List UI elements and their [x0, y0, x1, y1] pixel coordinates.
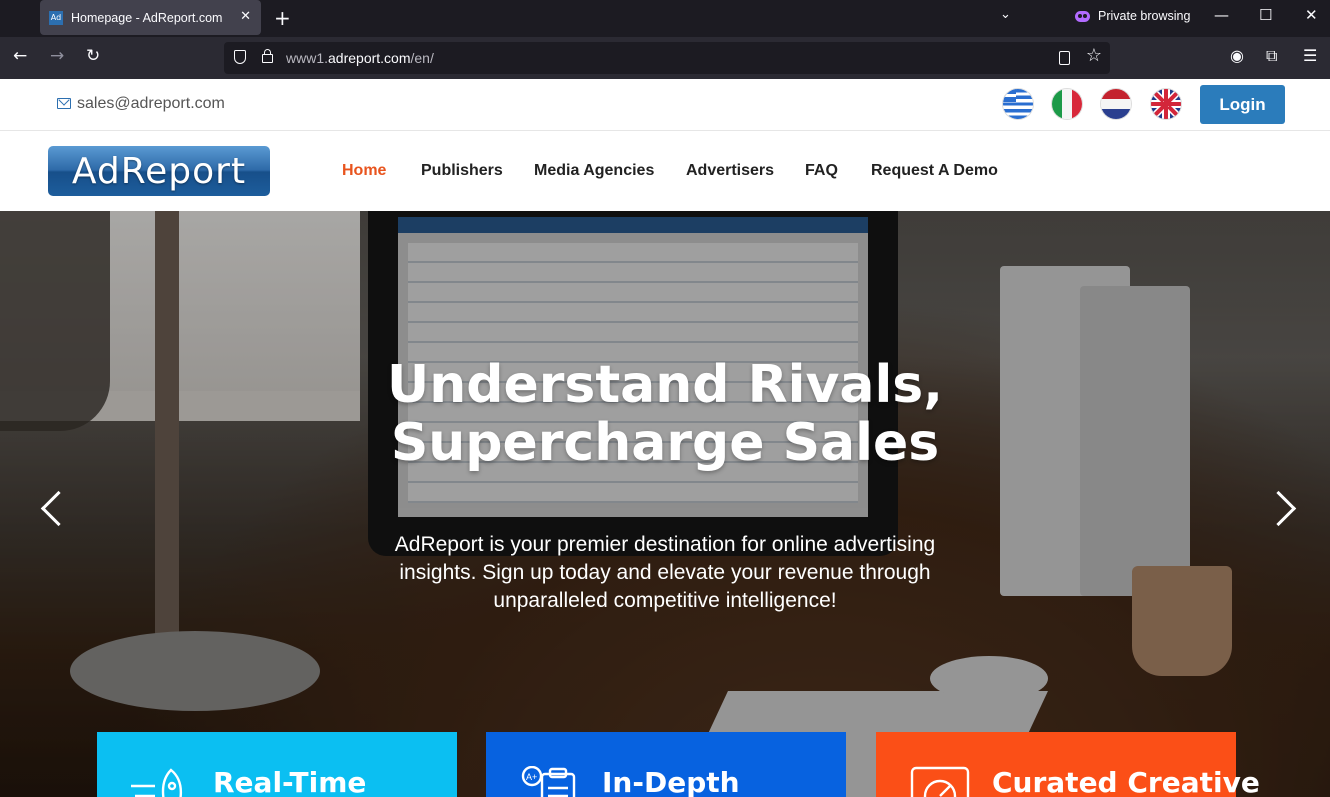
browser-nav-bar: ← → ↻ www1.adreport.com/en/ ☆ ◉ ⧉ ☰	[0, 37, 1330, 79]
feature-card-real-time[interactable]: Real-Time	[97, 732, 457, 797]
shield-icon[interactable]	[234, 50, 246, 64]
nav-home[interactable]: Home	[342, 162, 386, 180]
site-top-bar: sales@adreport.com Login	[0, 79, 1330, 131]
reload-icon[interactable]: ↻	[86, 46, 100, 66]
close-window-icon[interactable]: ✕	[1305, 6, 1318, 24]
hero-subtitle: AdReport is your premier destination for…	[394, 533, 936, 612]
nav-request-demo[interactable]: Request A Demo	[871, 162, 998, 180]
english-flag-icon[interactable]	[1151, 89, 1181, 119]
forward-icon[interactable]: →	[50, 46, 64, 66]
feature-card-title: Real-Time	[213, 766, 367, 797]
nav-publishers[interactable]: Publishers	[421, 162, 503, 180]
site-header: AdReport Home Publishers Media Agencies …	[0, 131, 1330, 211]
login-button[interactable]: Login	[1200, 85, 1285, 124]
bookmark-star-icon[interactable]: ☆	[1086, 45, 1102, 66]
feature-card-in-depth[interactable]: A+ In-Depth	[486, 732, 846, 797]
private-browsing-indicator: Private browsing	[1075, 9, 1190, 23]
browser-tab-bar: Ad Homepage - AdReport.com ✕ + ⌄ Private…	[0, 0, 1330, 37]
minimize-icon[interactable]: —	[1214, 6, 1229, 24]
carousel-prev-icon[interactable]	[40, 488, 64, 528]
url-bar[interactable]: www1.adreport.com/en/ ☆	[224, 42, 1110, 74]
account-icon[interactable]: ◉	[1230, 46, 1244, 65]
gauge-icon	[910, 766, 970, 797]
new-tab-icon[interactable]: +	[274, 6, 291, 30]
private-label: Private browsing	[1098, 9, 1191, 23]
clipboard-icon: A+	[521, 766, 576, 797]
feature-card-title: In-Depth	[602, 766, 740, 797]
favicon-icon: Ad	[49, 10, 63, 25]
lock-icon[interactable]	[262, 49, 273, 63]
adreport-logo[interactable]: AdReport	[48, 146, 270, 196]
contact-email-link[interactable]: sales@adreport.com	[77, 95, 225, 113]
url-text[interactable]: www1.adreport.com/en/	[286, 50, 434, 66]
nav-advertisers[interactable]: Advertisers	[686, 162, 774, 180]
maximize-icon[interactable]: ☐	[1259, 6, 1272, 24]
private-mask-icon	[1075, 10, 1090, 22]
italian-flag-icon[interactable]	[1052, 89, 1082, 119]
browser-tab[interactable]: Ad Homepage - AdReport.com ✕	[40, 0, 261, 35]
reader-view-icon[interactable]	[1059, 51, 1070, 65]
dutch-flag-icon[interactable]	[1101, 89, 1131, 119]
tab-title: Homepage - AdReport.com	[71, 10, 223, 25]
feature-card-curated-creative[interactable]: Curated Creative	[876, 732, 1260, 797]
rocket-icon	[131, 768, 183, 797]
back-icon[interactable]: ←	[13, 46, 27, 66]
hero-title: Understand Rivals, Supercharge Sales	[386, 355, 943, 473]
nav-media-agencies[interactable]: Media Agencies	[534, 162, 654, 180]
menu-icon[interactable]: ☰	[1303, 46, 1317, 65]
svg-text:A+: A+	[526, 772, 537, 782]
mail-icon	[57, 98, 71, 109]
greek-flag-icon[interactable]	[1003, 89, 1033, 119]
carousel-next-icon[interactable]	[1272, 488, 1296, 528]
feature-card-title: Curated Creative	[992, 766, 1260, 797]
close-icon[interactable]: ✕	[240, 9, 251, 24]
hero-carousel: Understand Rivals, Supercharge Sales AdRe…	[0, 211, 1330, 797]
chevron-down-icon[interactable]: ⌄	[1000, 7, 1011, 22]
hero-overlay	[0, 211, 1330, 797]
nav-faq[interactable]: FAQ	[805, 162, 838, 180]
extensions-icon[interactable]: ⧉	[1266, 46, 1277, 66]
